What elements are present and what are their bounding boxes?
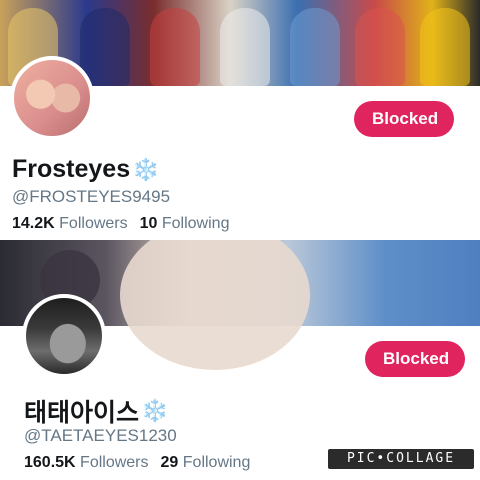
following-stat[interactable]: 10 Following bbox=[140, 215, 230, 233]
followers-count: 14.2K bbox=[12, 215, 55, 232]
following-count: 29 bbox=[160, 454, 179, 471]
profile-card-2: Blocked 태태아이스 ❄️ @TAETAEYES1230 160.5K F… bbox=[0, 240, 480, 480]
profile-card-1: Blocked Frosteyes ❄️ @FROSTEYES9495 14.2… bbox=[0, 0, 480, 240]
followers-count: 160.5K bbox=[24, 454, 76, 471]
username-handle: @FROSTEYES9495 bbox=[12, 187, 171, 206]
username-handle: @TAETAEYES1230 bbox=[24, 426, 177, 445]
following-label: Following bbox=[161, 215, 230, 232]
blocked-button[interactable]: Blocked bbox=[365, 341, 465, 377]
followers-stat[interactable]: 160.5K Followers bbox=[24, 454, 149, 472]
profile-avatar[interactable] bbox=[22, 294, 106, 378]
following-label: Following bbox=[182, 454, 251, 471]
display-name: Frosteyes ❄️ bbox=[12, 155, 160, 184]
pic-collage-watermark: PIC•COLLAGE bbox=[328, 449, 474, 469]
display-name-text: Frosteyes bbox=[12, 155, 131, 183]
follow-stats: 14.2K Followers 10 Following bbox=[12, 215, 229, 233]
following-count: 10 bbox=[139, 215, 158, 232]
profile-avatar[interactable] bbox=[10, 56, 94, 140]
following-stat[interactable]: 29 Following bbox=[161, 454, 251, 472]
followers-stat[interactable]: 14.2K Followers bbox=[12, 215, 128, 233]
follow-stats: 160.5K Followers 29 Following bbox=[24, 454, 250, 472]
followers-label: Followers bbox=[80, 454, 149, 471]
snowflake-icon: ❄️ bbox=[141, 398, 169, 423]
snowflake-icon: ❄️ bbox=[132, 156, 160, 182]
blocked-button[interactable]: Blocked bbox=[354, 101, 454, 137]
followers-label: Followers bbox=[59, 215, 128, 232]
display-name: 태태아이스 ❄️ bbox=[24, 393, 168, 429]
display-name-text: 태태아이스 bbox=[24, 399, 140, 427]
